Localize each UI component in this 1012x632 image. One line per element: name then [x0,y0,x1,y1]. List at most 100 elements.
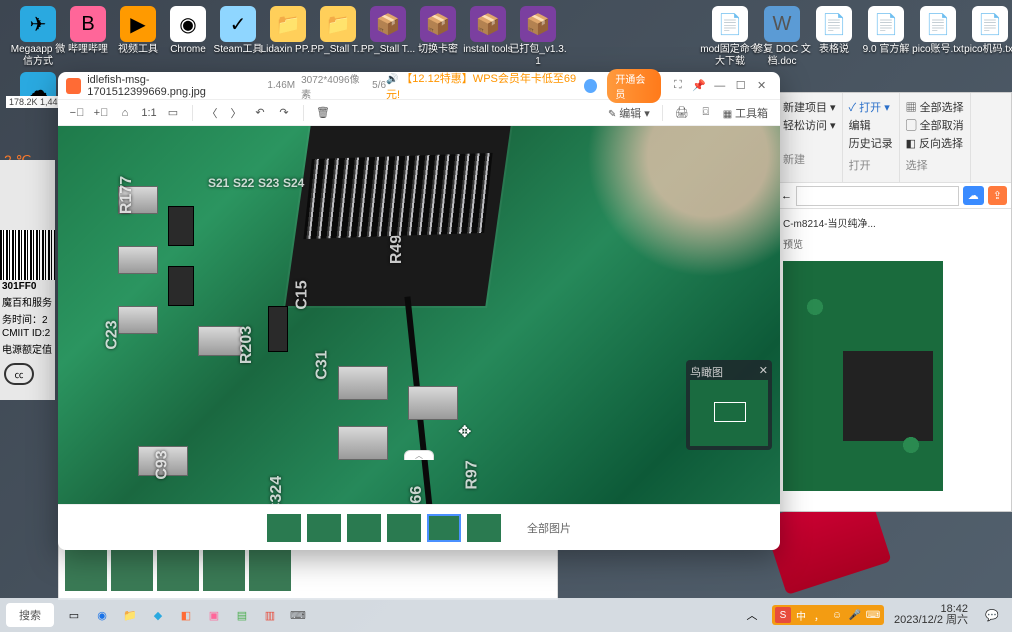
app-icon-3[interactable]: ▣ [200,601,228,629]
thumb-2[interactable] [307,514,341,542]
app-icon-4[interactable]: ▤ [228,601,256,629]
ribbon-select-all[interactable]: ▦ 全部选择 [906,99,964,115]
maximize-button[interactable]: ☐ [730,75,751,97]
chat-thumb[interactable] [65,549,107,591]
minimize-button[interactable]: — [709,75,730,97]
filename: idlefish-msg-1701512399669.png.jpg [87,74,259,98]
desktop-icon-txt5[interactable]: 📄pico机码.txt [960,6,1012,56]
nav-minimap[interactable] [690,380,768,446]
promo-text[interactable]: 🔊 【12.12特惠】WPS会员年卡低至69元! [386,70,580,102]
thumb-5[interactable] [427,514,461,542]
ime-emoji-icon[interactable]: ☺ [829,607,845,623]
desktop-icon-winrar4[interactable]: 📦已打包_v1.3.1 [508,6,568,68]
chat-thumb[interactable] [157,549,199,591]
desktop-icon-txt4[interactable]: 📄pico账号.txt [908,6,968,56]
preview-label: 预览 [783,236,1005,251]
avatar-icon[interactable] [584,79,597,93]
explorer-pathbar: ← ☁ ⇪ [777,183,1011,209]
ocr-icon[interactable]: ⌼ [695,102,717,124]
zoom-out-icon[interactable]: −⃝ [66,102,88,124]
ime-kb-icon[interactable]: ⌨ [865,607,881,623]
ribbon-history[interactable]: 历史记录 [849,135,893,151]
ribbon-open[interactable]: ✓ 打开 ▾ [849,99,893,115]
thumb-3[interactable] [347,514,381,542]
tray-up-icon[interactable]: ︿ [738,601,766,629]
thumbnail-strip: 全部图片 [58,504,780,550]
toolbox-button[interactable]: ▦ 工具箱 [719,105,772,121]
breadcrumb[interactable]: C-m8214-当贝纯净... [783,215,1005,230]
notification-icon[interactable]: 💬 [978,601,1006,629]
rotate-left-icon[interactable]: ↶ [249,102,271,124]
barcode-panel: 301FF0 魔百和服务 务时间：2 CMIIT ID:2 电源额定值 ㏄ [0,160,55,400]
task-view-icon[interactable]: ▭ [60,601,88,629]
file-preview-thumb[interactable] [783,261,943,491]
desktop-icon-doc[interactable]: W修复 DOC 文档.doc [752,6,812,68]
address-field[interactable] [796,186,959,206]
explorer-ribbon: 新建项目 ▾ 轻松访问 ▾ 新建 ✓ 打开 ▾ 编辑 历史记录 打开 ▦ 全部选… [777,93,1011,183]
search-box[interactable]: 搜索 [6,603,54,627]
pin-icon[interactable]: 📌 [688,75,709,97]
chat-thumb[interactable] [249,549,291,591]
edge-icon[interactable]: ◉ [88,601,116,629]
ribbon-easy-access[interactable]: 轻松访问 ▾ [783,117,836,133]
ribbon-new-item[interactable]: 新建项目 ▾ [783,99,836,115]
clock[interactable]: 18:42 2023/12/2 周六 [894,604,968,626]
ribbon-edit[interactable]: 编辑 [849,117,893,133]
desktop-icon-txt1[interactable]: 📄mod固定命令大下载 [700,6,760,68]
delete-icon[interactable]: 🗑 [312,102,334,124]
viewer-titlebar: idlefish-msg-1701512399669.png.jpg 1.46M… [58,72,780,100]
cloud-sync-icon[interactable]: ☁ [963,186,984,205]
print-icon[interactable]: 🖨 [671,102,693,124]
rotate-right-icon[interactable]: ↷ [273,102,295,124]
explorer-icon[interactable]: 📁 [116,601,144,629]
film-icon[interactable]: ▭ [162,102,184,124]
chat-thumb[interactable] [111,549,153,591]
app-icon-1[interactable]: ◆ [144,601,172,629]
vip-badge[interactable]: 开通会员 [607,69,661,103]
fit-icon[interactable]: ⌂ [114,102,136,124]
actual-size-icon[interactable]: 1:1 [138,102,160,124]
nav-back-icon[interactable]: ← [781,190,792,202]
next-icon[interactable]: 〉 [225,102,247,124]
nav-close-icon[interactable]: ✕ [759,364,768,378]
desktop-icon-txt2[interactable]: 📄表格说 [804,6,864,56]
size-chip: 178.2K 1,44 [6,96,61,108]
app-icon-2[interactable]: ◧ [172,601,200,629]
app-icon-5[interactable]: ▥ [256,601,284,629]
pcb-label: R97 [464,460,482,489]
barcode [0,230,55,280]
pcb-label: C324 [268,476,286,504]
ribbon-select-none[interactable]: ▢ 全部取消 [906,117,964,133]
desktop-icon-txt3[interactable]: 📄9.0 官方解 [856,6,916,56]
cursor-icon: ✥ [458,422,471,442]
pcb-label: R430 [368,196,386,234]
zoom-in-icon[interactable]: +⃝ [90,102,112,124]
ime-bar[interactable]: S 中 ， ☺ 🎤 ⌨ [772,605,884,625]
ime-logo-icon: S [775,607,791,623]
chevron-up-icon[interactable]: ︿ [404,450,434,460]
edit-dropdown[interactable]: ✎ 编辑 ▾ [604,105,654,121]
app-icon [66,78,81,94]
nav-overlay[interactable]: 鸟瞰图✕ [686,360,772,450]
thumb-6[interactable] [467,514,501,542]
thumb-1[interactable] [267,514,301,542]
ime-lang[interactable]: 中 [793,607,809,623]
ccc-mark: ㏄ [4,363,34,385]
chat-thumb[interactable] [203,549,245,591]
prev-icon[interactable]: 〈 [201,102,223,124]
viewer-toolbar: −⃝ +⃝ ⌂ 1:1 ▭ 〈 〉 ↶ ↷ 🗑 ✎ 编辑 ▾ 🖨 ⌼ ▦ 工具箱 [58,100,780,126]
ime-voice-icon[interactable]: 🎤 [847,607,863,623]
share-icon[interactable]: ⇪ [988,186,1007,205]
thumb-4[interactable] [387,514,421,542]
all-images-link[interactable]: 全部图片 [527,520,571,536]
viewer-canvas[interactable]: R203 C15 C31 C93 C324 R97 C166 R430 R490… [58,126,780,504]
app-icon-6[interactable]: ⌨ [284,601,312,629]
filesize: 1.46M [267,80,295,91]
explorer-window[interactable]: 新建项目 ▾ 轻松访问 ▾ 新建 ✓ 打开 ▾ 编辑 历史记录 打开 ▦ 全部选… [776,92,1012,512]
pcb-label: C166 [408,486,426,504]
expand-icon[interactable]: ⛶ [667,75,688,97]
ime-punct-icon[interactable]: ， [811,607,827,623]
ribbon-invert[interactable]: ◧ 反向选择 [906,135,964,151]
pcb-label: S24 [283,176,304,190]
close-button[interactable]: ✕ [751,75,772,97]
